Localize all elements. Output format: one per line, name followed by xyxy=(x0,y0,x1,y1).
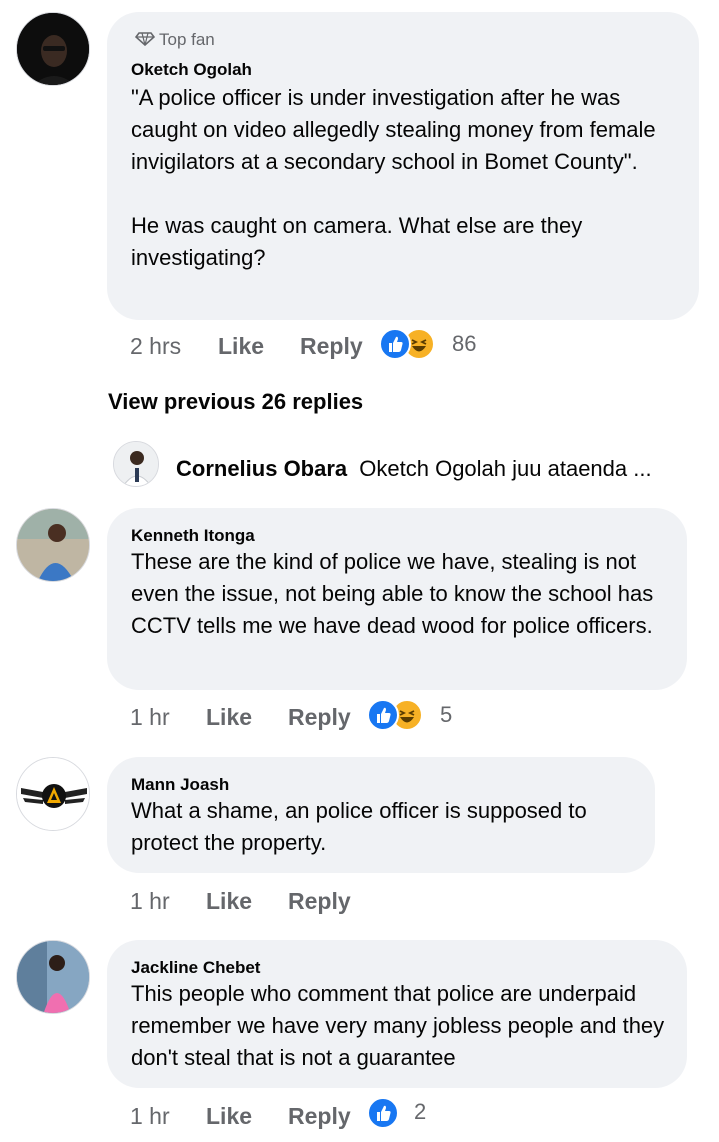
reply-preview-text: Oketch Ogolah juu ataenda ... xyxy=(359,456,652,481)
avatar[interactable] xyxy=(16,508,90,582)
comment-bubble: Kenneth Itonga These are the kind of pol… xyxy=(107,508,687,690)
comment-bubble: Jackline Chebet This people who comment … xyxy=(107,940,687,1088)
avatar-image xyxy=(17,758,89,830)
like-button[interactable]: Like xyxy=(206,704,252,731)
reactions[interactable] xyxy=(367,1097,401,1131)
avatar-image xyxy=(17,509,89,581)
reactions[interactable] xyxy=(379,328,441,362)
comment-author[interactable]: Jackline Chebet xyxy=(131,958,260,978)
comment-actions: 1 hr Like Reply xyxy=(130,1103,490,1133)
reaction-count[interactable]: 2 xyxy=(414,1099,426,1125)
comment-actions: 1 hr Like Reply xyxy=(130,888,490,918)
thumbs-up-icon xyxy=(367,699,399,731)
comment-text: What a shame, an police officer is suppo… xyxy=(131,798,593,855)
reaction-count[interactable]: 5 xyxy=(440,702,452,728)
like-button[interactable]: Like xyxy=(206,1103,252,1130)
top-fan-badge[interactable]: Top fan xyxy=(134,30,215,50)
comment-time[interactable]: 1 hr xyxy=(130,1103,170,1130)
reply-preview[interactable]: Cornelius Obara Oketch Ogolah juu ataend… xyxy=(176,456,652,482)
comment-text: "A police officer is under investigation… xyxy=(131,85,656,270)
diamond-icon xyxy=(134,32,156,47)
reply-button[interactable]: Reply xyxy=(288,1103,351,1130)
thumbs-up-icon xyxy=(379,328,411,360)
view-previous-replies-link[interactable]: View previous 26 replies xyxy=(108,389,363,415)
comment-bubble: Mann Joash What a shame, an police offic… xyxy=(107,757,655,873)
badge-label: Top fan xyxy=(159,30,215,49)
avatar[interactable] xyxy=(16,940,90,1014)
reply-button[interactable]: Reply xyxy=(288,888,351,915)
comment-time[interactable]: 1 hr xyxy=(130,704,170,731)
reply-preview-author[interactable]: Cornelius Obara xyxy=(176,456,347,481)
reaction-count[interactable]: 86 xyxy=(452,331,476,357)
avatar[interactable] xyxy=(16,757,90,831)
thumbs-up-icon xyxy=(367,1097,399,1129)
comment-author[interactable]: Kenneth Itonga xyxy=(131,526,255,546)
avatar[interactable] xyxy=(16,12,90,86)
comment-author[interactable]: Oketch Ogolah xyxy=(131,60,252,80)
comment-bubble: Top fan Oketch Ogolah "A police officer … xyxy=(107,12,699,320)
comment-time[interactable]: 1 hr xyxy=(130,888,170,915)
reactions[interactable] xyxy=(367,699,429,733)
reply-button[interactable]: Reply xyxy=(288,704,351,731)
comment-actions: 1 hr Like Reply xyxy=(130,704,490,734)
like-button[interactable]: Like xyxy=(206,888,252,915)
like-button[interactable]: Like xyxy=(218,333,264,360)
reply-button[interactable]: Reply xyxy=(300,333,363,360)
comment-time[interactable]: 2 hrs xyxy=(130,333,181,360)
comment-text: This people who comment that police are … xyxy=(131,981,671,1070)
avatar[interactable] xyxy=(113,441,159,487)
avatar-image xyxy=(17,13,89,85)
avatar-image xyxy=(114,442,158,486)
comment-text: These are the kind of police we have, st… xyxy=(131,549,660,638)
avatar-image xyxy=(17,941,89,1013)
comment-author[interactable]: Mann Joash xyxy=(131,775,229,795)
